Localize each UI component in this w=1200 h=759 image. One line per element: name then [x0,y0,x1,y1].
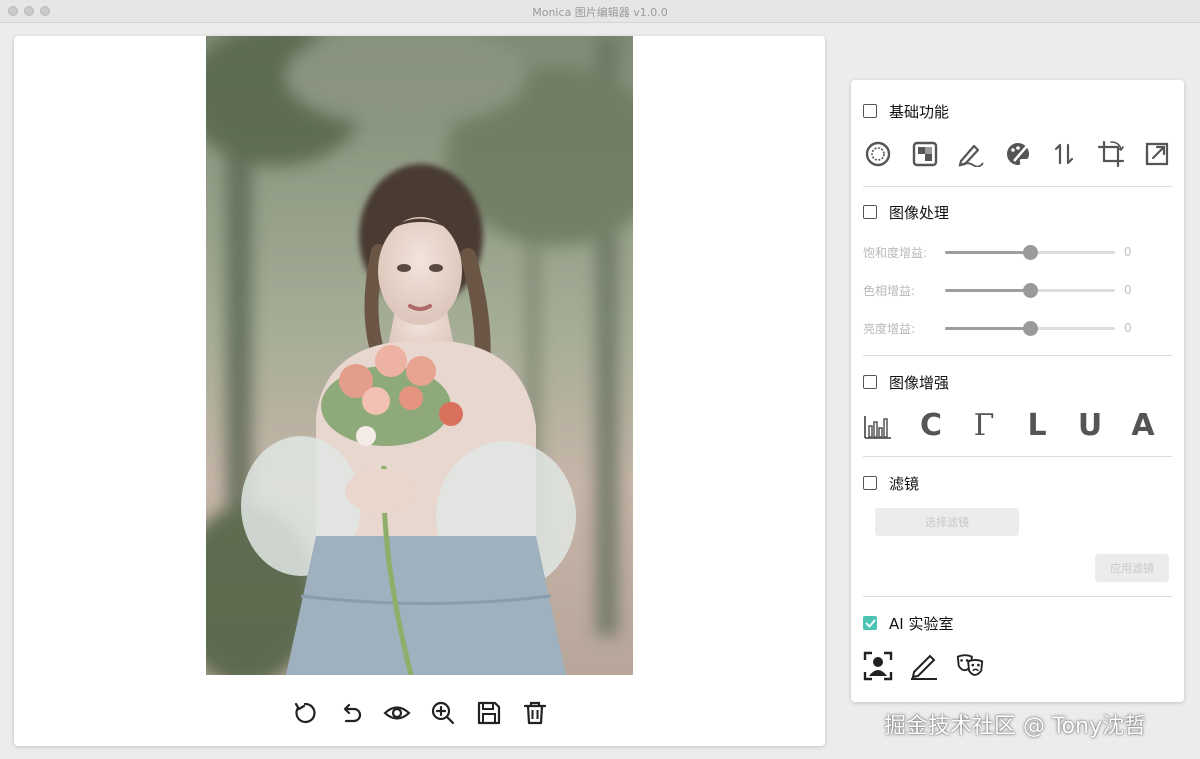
saturation-label: 饱和度增益: [863,245,928,260]
ai-tools [863,650,1003,682]
filter-section: 滤镜 [863,472,1172,494]
enhance-section-title: 图像增强 [889,373,950,392]
enhance-section: 图像增强 [863,371,1172,393]
divider [863,456,1172,457]
divider [863,596,1172,597]
hue-slider[interactable] [945,282,1115,298]
watermark: 掘金技术社区 @ Tony沈哲 [884,714,1147,739]
check-icon [865,619,875,627]
ai-checkbox[interactable] [863,616,877,630]
enhance-tools: C Γ L U A [863,408,1158,443]
palette-icon[interactable] [1003,139,1033,169]
face-scan-icon[interactable] [863,651,893,681]
hue-label: 色相增益: [863,283,916,298]
reset-icon[interactable] [289,697,321,729]
processing-sliders: 饱和度增益: 0 [863,241,1172,263]
save-icon[interactable] [473,697,505,729]
ace-button[interactable]: A [1128,408,1158,443]
processing-section-title: 图像处理 [889,203,950,222]
edited-photo[interactable] [206,36,633,675]
brightness-slider-row: 亮度增益: 0 [863,317,1172,339]
divider [863,355,1172,356]
image-toolbar [14,697,825,729]
divider [863,186,1172,187]
filter-select[interactable]: 选择滤镜 [875,508,1019,536]
filter-checkbox[interactable] [863,476,877,490]
brightness-slider-section: 亮度增益: 0 [863,317,1172,339]
brightness-label: 亮度增益: [863,321,916,336]
basic-section-title: 基础功能 [889,102,950,121]
saturation-value: 0 [1124,245,1132,259]
saturation-slider[interactable] [945,244,1115,260]
flip-icon[interactable] [1049,139,1079,169]
pencil-sketch-icon[interactable] [909,651,939,681]
ai-section: AI 实验室 [863,612,1172,634]
gamma-button[interactable]: Γ [969,408,999,443]
saturation-slider-row: 饱和度增益: 0 [863,241,1172,263]
hue-slider-row: 色相增益: 0 [863,279,1172,301]
trash-icon[interactable] [519,697,551,729]
photo-illustration [206,36,633,675]
basic-tools [863,138,1172,170]
mosaic-icon[interactable] [910,139,940,169]
usm-button[interactable]: U [1075,408,1105,443]
hue-slider-section: 色相增益: 0 [863,279,1172,301]
filter-section-title: 滤镜 [889,474,920,493]
processing-section: 图像处理 [863,201,1172,223]
brightness-slider[interactable] [945,320,1115,336]
enhance-checkbox[interactable] [863,375,877,389]
image-canvas-panel [14,36,825,746]
resize-icon[interactable] [1142,139,1172,169]
window-title: Monica 图片编辑器 v1.0.0 [532,6,668,19]
crop-icon[interactable] [1096,139,1126,169]
clahe-button[interactable]: C [916,408,946,443]
brightness-value: 0 [1124,321,1132,335]
color-picker-icon[interactable] [863,139,893,169]
title-bar: Monica 图片编辑器 v1.0.0 [0,0,1200,23]
pen-icon[interactable] [956,139,986,169]
histogram-icon[interactable] [863,410,893,440]
zoom-in-icon[interactable] [427,697,459,729]
apply-filter-button[interactable]: 应用滤镜 [1095,554,1169,582]
laplace-button[interactable]: L [1022,408,1052,443]
basic-checkbox[interactable] [863,104,877,118]
settings-panel: 基础功能 图像处理 饱和度增益: 0 色相增益: 0 亮度增益: 0 图像增强 … [851,80,1184,702]
ai-section-title: AI 实验室 [889,614,954,633]
hue-value: 0 [1124,283,1132,297]
undo-icon[interactable] [335,697,367,729]
eye-icon[interactable] [381,697,413,729]
masks-icon[interactable] [955,651,985,681]
processing-checkbox[interactable] [863,205,877,219]
basic-section: 基础功能 [863,100,1172,122]
